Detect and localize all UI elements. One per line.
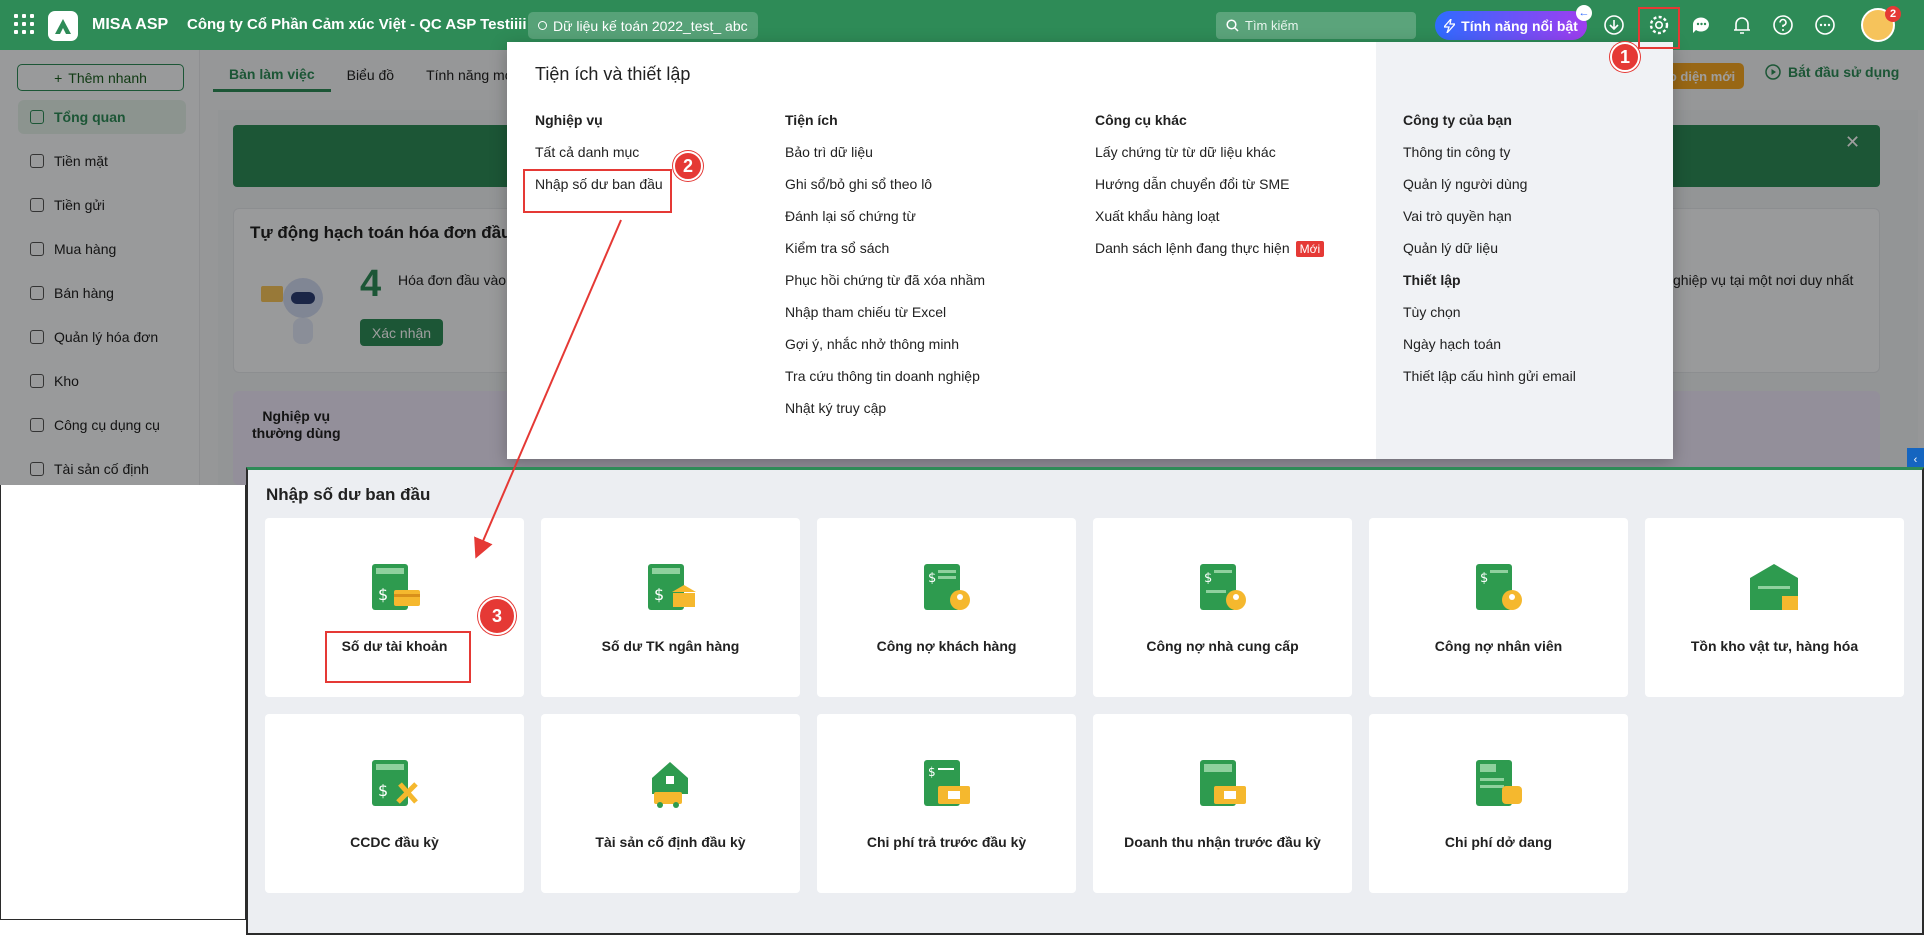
annotation-box-settings — [1638, 7, 1680, 49]
svg-text:$: $ — [378, 585, 388, 604]
menu-item-renumber[interactable]: Đánh lại số chứng từ — [785, 208, 916, 224]
tile-label: Doanh thu nhận trước đầu kỳ — [1124, 834, 1321, 850]
col-settings-header: Thiết lập — [1403, 272, 1461, 288]
tile-tools-opening[interactable]: $ CCDC đầu kỳ — [265, 714, 524, 893]
svg-text:$: $ — [1204, 571, 1212, 586]
col-business-header: Nghiệp vụ — [535, 112, 603, 128]
menu-item-business-lookup[interactable]: Tra cứu thông tin doanh nghiệp — [785, 368, 980, 384]
menu-item-batch-post[interactable]: Ghi sổ/bỏ ghi sổ theo lô — [785, 176, 932, 192]
tile-label: Tài sản cố định đầu kỳ — [595, 834, 746, 850]
menu-item-all-catalogs[interactable]: Tất cả danh mục — [535, 144, 639, 160]
account-balance-icon: $ — [372, 564, 420, 610]
svg-text:$: $ — [928, 571, 936, 586]
annotation-box-opening-balance — [523, 169, 672, 213]
app-grid-icon[interactable] — [14, 14, 34, 34]
company-name[interactable]: Công ty Cổ Phần Cảm xúc Việt - QC ASP Te… — [187, 16, 527, 33]
more-icon[interactable] — [1814, 14, 1836, 36]
fixed-asset-opening-icon — [652, 762, 688, 808]
featured-label: Tính năng nổi bật — [1461, 17, 1578, 34]
col-other-tools-header: Công cụ khác — [1095, 112, 1187, 128]
menu-item-bulk-export[interactable]: Xuất khẩu hàng loạt — [1095, 208, 1220, 224]
new-badge: Mới — [1295, 241, 1325, 257]
menu-item-data-management[interactable]: Quản lý dữ liệu — [1403, 240, 1498, 256]
help-icon[interactable] — [1772, 14, 1794, 36]
menu-item-user-management[interactable]: Quản lý người dùng — [1403, 176, 1527, 192]
menu-item-roles[interactable]: Vai trò quyền hạn — [1403, 208, 1512, 224]
tools-opening-icon: $ — [372, 760, 418, 806]
tile-label: Chi phí trả trước đầu kỳ — [866, 834, 1027, 850]
featured-button[interactable]: Tính năng nổi bật — [1435, 11, 1587, 40]
dataset-dot-icon — [538, 21, 547, 30]
step-badge-2: 2 — [673, 151, 703, 181]
customer-debt-icon: $ — [924, 564, 970, 610]
dataset-selector[interactable]: Dữ liệu kế toán 2022_test_ abc — [528, 12, 758, 39]
col-company-header: Công ty của bạn — [1403, 112, 1512, 128]
wip-cost-icon — [1476, 760, 1522, 806]
svg-text:$: $ — [378, 781, 388, 800]
menu-item-copy-vouchers[interactable]: Lấy chứng từ từ dữ liệu khác — [1095, 144, 1276, 160]
dataset-label: Dữ liệu kế toán 2022_test_ abc — [553, 17, 748, 34]
tile-unearned-revenue[interactable]: Doanh thu nhận trước đầu kỳ — [1093, 714, 1352, 893]
menu-item-posting-date[interactable]: Ngày hạch toán — [1403, 336, 1501, 352]
supplier-debt-icon: $ — [1200, 564, 1246, 610]
tile-inventory[interactable]: Tồn kho vật tư, hàng hóa — [1645, 518, 1904, 697]
tile-label: CCDC đầu kỳ — [350, 834, 439, 850]
tile-label: Số dư TK ngân hàng — [601, 638, 740, 654]
tile-prepaid-expense[interactable]: $ Chi phí trả trước đầu kỳ — [817, 714, 1076, 893]
menu-item-running-jobs[interactable]: Danh sách lệnh đang thực hiện Mới — [1095, 240, 1325, 257]
tile-wip-cost[interactable]: Chi phí dở dang — [1369, 714, 1628, 893]
opening-balance-title: Nhập số dư ban đầu — [266, 485, 431, 504]
tile-label: Công nợ nhân viên — [1434, 638, 1563, 654]
inventory-icon — [1750, 564, 1798, 610]
bank-balance-icon: $ — [648, 564, 696, 610]
menu-item-import-excel[interactable]: Nhập tham chiếu từ Excel — [785, 304, 946, 320]
menu-item-email-config[interactable]: Thiết lập cấu hình gửi email — [1403, 368, 1576, 384]
menu-item-label: Danh sách lệnh đang thực hiện — [1095, 240, 1290, 256]
menu-item-options[interactable]: Tùy chọn — [1403, 304, 1461, 320]
menu-item-maintenance[interactable]: Bảo trì dữ liệu — [785, 144, 873, 160]
tile-customer-debt[interactable]: $ Công nợ khách hàng — [817, 518, 1076, 697]
misa-logo-icon[interactable] — [48, 11, 78, 41]
search-input[interactable]: Tìm kiếm — [1216, 12, 1416, 39]
menu-item-check-books[interactable]: Kiểm tra sổ sách — [785, 240, 889, 256]
annotation-box-account-balance — [325, 631, 471, 683]
tile-fixed-asset-opening[interactable]: Tài sản cố định đầu kỳ — [541, 714, 800, 893]
tile-label: Tồn kho vật tư, hàng hóa — [1690, 638, 1859, 654]
lightning-icon — [1444, 18, 1456, 33]
search-icon — [1226, 19, 1239, 32]
tile-bank-balance[interactable]: $ Số dư TK ngân hàng — [541, 518, 800, 697]
menu-item-sme-guide[interactable]: Hướng dẫn chuyển đổi từ SME — [1095, 176, 1289, 192]
menu-item-restore[interactable]: Phục hồi chứng từ đã xóa nhầm — [785, 272, 985, 288]
prepaid-expense-icon: $ — [924, 760, 970, 806]
menu-item-smart-reminder[interactable]: Gợi ý, nhắc nhở thông minh — [785, 336, 959, 352]
panel-title: Tiện ích và thiết lập — [535, 64, 691, 84]
svg-text:$: $ — [1480, 571, 1488, 586]
menu-item-company-info[interactable]: Thông tin công ty — [1403, 144, 1510, 160]
bell-icon[interactable] — [1731, 14, 1753, 36]
search-placeholder: Tìm kiếm — [1245, 18, 1299, 33]
unearned-revenue-icon — [1200, 760, 1246, 806]
menu-item-access-log[interactable]: Nhật ký truy cập — [785, 400, 886, 416]
chat-icon[interactable] — [1690, 14, 1712, 36]
col-utilities-header: Tiện ích — [785, 112, 838, 128]
blank-area — [0, 485, 246, 920]
notification-count-badge: 2 — [1885, 6, 1901, 22]
tile-employee-debt[interactable]: $ Công nợ nhân viên — [1369, 518, 1628, 697]
tile-label: Chi phí dở dang — [1444, 834, 1553, 850]
tile-label: Công nợ nhà cung cấp — [1146, 638, 1299, 654]
step-badge-3: 3 — [478, 597, 516, 635]
download-icon[interactable] — [1603, 14, 1625, 36]
tile-supplier-debt[interactable]: $ Công nợ nhà cung cấp — [1093, 518, 1352, 697]
svg-text:$: $ — [928, 765, 936, 779]
step-badge-1: 1 — [1610, 42, 1640, 72]
tile-label: Công nợ khách hàng — [876, 638, 1017, 654]
employee-debt-icon: $ — [1476, 564, 1522, 610]
svg-text:$: $ — [654, 585, 664, 604]
app-name: MISA ASP — [92, 16, 169, 33]
back-arrow-icon[interactable]: ← — [1576, 5, 1592, 21]
